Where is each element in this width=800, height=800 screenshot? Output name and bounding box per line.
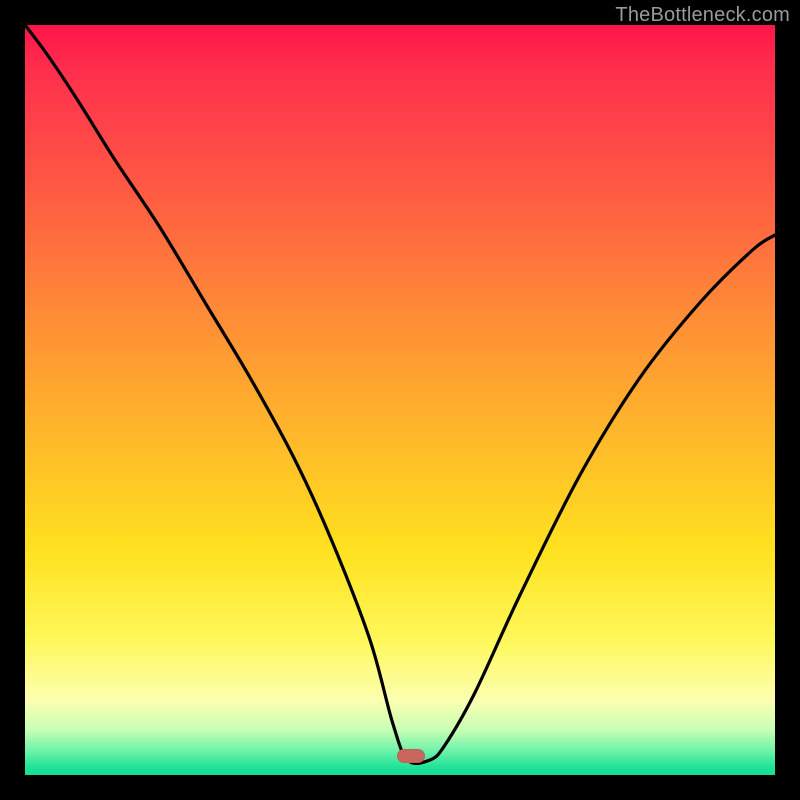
bottleneck-curve-svg <box>25 25 775 775</box>
chart-frame: TheBottleneck.com <box>0 0 800 800</box>
plot-area <box>25 25 775 775</box>
optimal-point-marker <box>397 749 425 763</box>
bottleneck-curve-path <box>25 25 775 763</box>
attribution-text: TheBottleneck.com <box>615 4 790 27</box>
